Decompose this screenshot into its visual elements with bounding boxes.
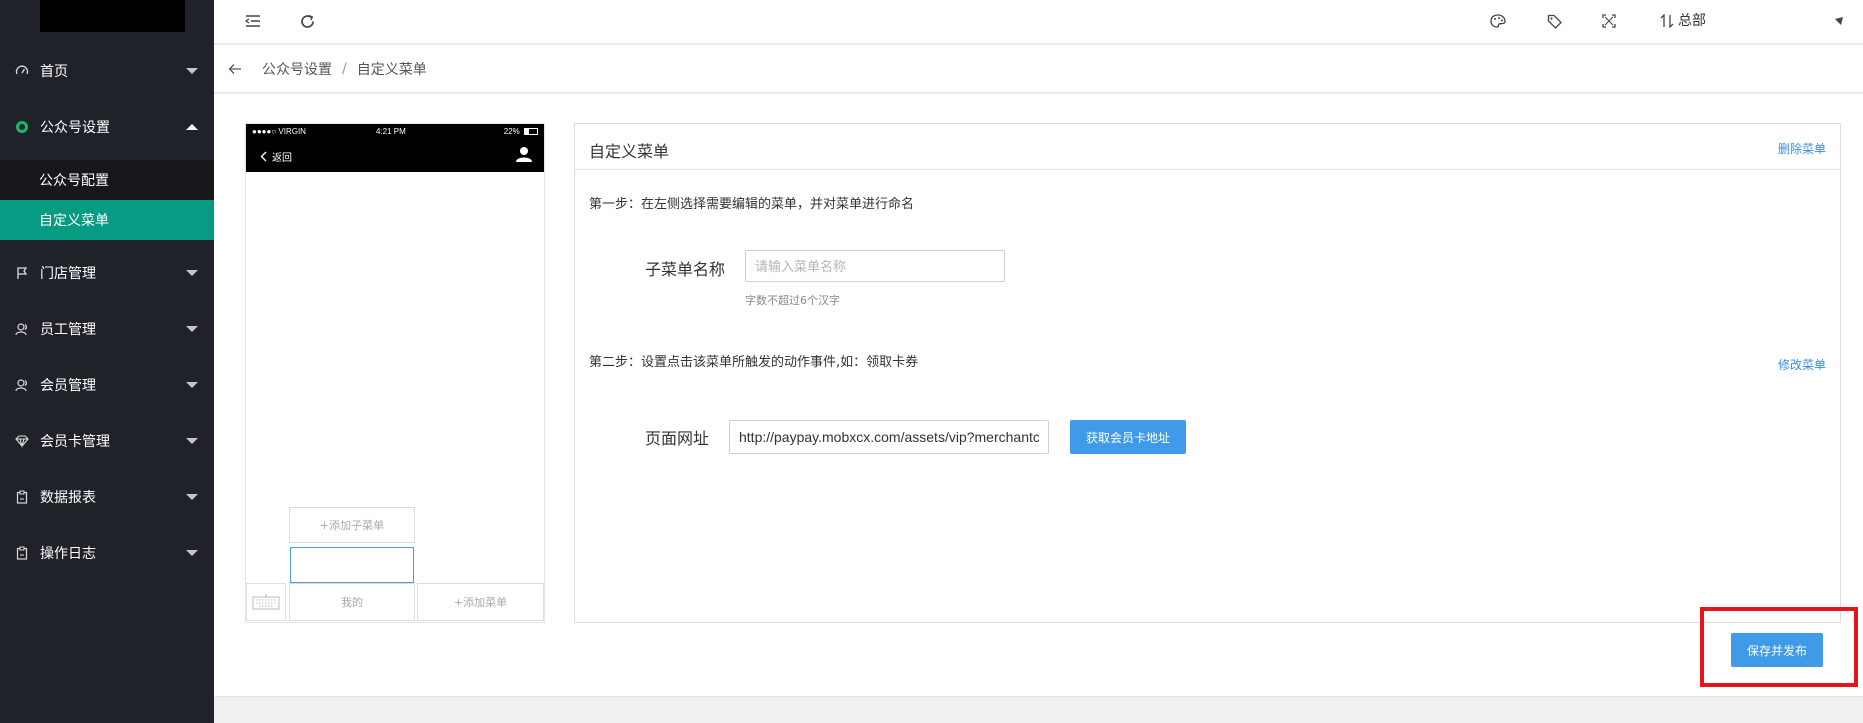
add-submenu-button[interactable]: +添加子菜单 bbox=[289, 507, 415, 543]
palette-icon[interactable] bbox=[1487, 10, 1509, 32]
submenu: 公众号配置 自定义菜单 bbox=[0, 160, 214, 240]
selected-submenu-item[interactable] bbox=[290, 547, 414, 583]
clipboard-icon bbox=[14, 545, 30, 561]
users-icon bbox=[14, 377, 30, 393]
refresh-icon[interactable] bbox=[296, 10, 318, 32]
phone-preview: ●●●●○ VIRGIN 4:21 PM 22% 返回 +添加子菜单 我的 +添… bbox=[245, 123, 545, 623]
editor-header: 自定义菜单 删除菜单 bbox=[575, 124, 1840, 170]
sidebar-item-label: 数据报表 bbox=[40, 490, 96, 506]
logo bbox=[40, 0, 185, 32]
sidebar-item-label: 会员管理 bbox=[40, 378, 96, 394]
editor-title: 自定义菜单 bbox=[589, 142, 670, 161]
sidebar-subitem-wechat-config[interactable]: 公众号配置 bbox=[0, 160, 214, 200]
wechat-icon bbox=[14, 119, 30, 135]
user-icon bbox=[516, 146, 532, 166]
chevron-down-icon bbox=[186, 494, 198, 500]
sidebar-item-label: 公众号设置 bbox=[40, 120, 110, 136]
phone-back: 返回 bbox=[260, 149, 292, 164]
footer-bar bbox=[214, 696, 1863, 723]
flag-icon bbox=[14, 265, 30, 281]
add-menu-button[interactable]: +添加菜单 bbox=[417, 583, 544, 621]
sidebar-subitem-custom-menu[interactable]: 自定义菜单 bbox=[0, 200, 214, 240]
phone-back-label: 返回 bbox=[272, 153, 292, 164]
sidebar-item-members[interactable]: 会员管理 bbox=[0, 357, 214, 413]
phone-carrier: ●●●●○ VIRGIN bbox=[252, 127, 306, 136]
phone-battery-text: 22% bbox=[503, 127, 520, 136]
breadcrumb-parent[interactable]: 公众号设置 bbox=[262, 59, 332, 79]
fullscreen-icon[interactable] bbox=[1598, 10, 1620, 32]
page-url-label: 页面网址 bbox=[645, 429, 710, 448]
clipboard-icon bbox=[14, 489, 30, 505]
sidebar-item-logs[interactable]: 操作日志 bbox=[0, 525, 214, 581]
sidebar-item-home[interactable]: 首页 bbox=[0, 43, 214, 99]
breadcrumb-separator: / bbox=[342, 60, 347, 77]
menu-editor-panel: 自定义菜单 删除菜单 第一步：在左侧选择需要编辑的菜单，并对菜单进行命名 子菜单… bbox=[574, 123, 1841, 623]
tag-icon[interactable] bbox=[1543, 10, 1565, 32]
chevron-down-icon bbox=[186, 326, 198, 332]
sidebar-item-label: 会员卡管理 bbox=[40, 434, 110, 450]
phone-battery: 22% bbox=[504, 127, 538, 136]
users-icon bbox=[14, 321, 30, 337]
step-two-text: 第二步：设置点击该菜单所触发的动作事件,如：领取卡券 bbox=[589, 355, 919, 370]
page-url-input[interactable] bbox=[729, 420, 1049, 454]
highlight-box bbox=[1700, 607, 1858, 687]
chevron-down-icon bbox=[186, 68, 198, 74]
sidebar-item-label: 门店管理 bbox=[40, 266, 96, 282]
branch-label[interactable]: 总部 bbox=[1678, 10, 1706, 32]
chevron-down-icon bbox=[186, 438, 198, 444]
modify-menu-link[interactable]: 修改菜单 bbox=[1778, 356, 1826, 373]
diamond-icon bbox=[14, 433, 30, 449]
arrow-left-icon[interactable] bbox=[228, 63, 242, 75]
submenu-name-input[interactable] bbox=[745, 250, 1005, 282]
sidebar-item-stores[interactable]: 门店管理 bbox=[0, 245, 214, 301]
sidebar-subitem-label: 公众号配置 bbox=[39, 173, 109, 189]
breadcrumb-current: 自定义菜单 bbox=[356, 61, 427, 78]
sidebar-item-member-cards[interactable]: 会员卡管理 bbox=[0, 413, 214, 469]
menu-collapse-icon[interactable] bbox=[242, 10, 264, 32]
chevron-down-icon bbox=[186, 550, 198, 556]
phone-status-bar: ●●●●○ VIRGIN 4:21 PM 22% 返回 bbox=[246, 124, 544, 172]
sidebar-item-label: 首页 bbox=[40, 64, 68, 80]
submenu-name-label: 子菜单名称 bbox=[645, 260, 726, 279]
dashboard-icon bbox=[14, 63, 30, 79]
submenu-name-hint: 字数不超过6个汉字 bbox=[745, 294, 840, 307]
battery-icon bbox=[524, 128, 538, 136]
sidebar-item-label: 员工管理 bbox=[40, 322, 96, 338]
topbar: 总部 bbox=[214, 0, 1863, 44]
breadcrumb: 公众号设置 / 自定义菜单 bbox=[214, 45, 1863, 93]
sidebar-item-wechat-settings[interactable]: 公众号设置 bbox=[0, 99, 214, 155]
sidebar-item-reports[interactable]: 数据报表 bbox=[0, 469, 214, 525]
delete-menu-link[interactable]: 删除菜单 bbox=[1778, 140, 1826, 157]
menu-item-mine[interactable]: 我的 bbox=[289, 583, 415, 621]
switch-icon[interactable] bbox=[1656, 10, 1678, 32]
sidebar: 首页 公众号设置 公众号配置 自定义菜单 门店管理 员工管理 会员管理 会员卡管… bbox=[0, 0, 214, 723]
get-member-card-url-button[interactable]: 获取会员卡地址 bbox=[1070, 420, 1186, 454]
sidebar-item-staff[interactable]: 员工管理 bbox=[0, 301, 214, 357]
sidebar-subitem-label: 自定义菜单 bbox=[39, 213, 109, 229]
keyboard-icon[interactable] bbox=[246, 583, 286, 621]
chevron-down-icon bbox=[186, 382, 198, 388]
phone-time: 4:21 PM bbox=[376, 127, 406, 136]
chevron-down-icon bbox=[186, 270, 198, 276]
step-one-text: 第一步：在左侧选择需要编辑的菜单，并对菜单进行命名 bbox=[589, 197, 915, 212]
sidebar-item-label: 操作日志 bbox=[40, 546, 96, 562]
chevron-up-icon bbox=[186, 124, 198, 130]
chevron-left-icon bbox=[260, 151, 267, 162]
user-dropdown-caret-icon[interactable] bbox=[1834, 10, 1844, 32]
